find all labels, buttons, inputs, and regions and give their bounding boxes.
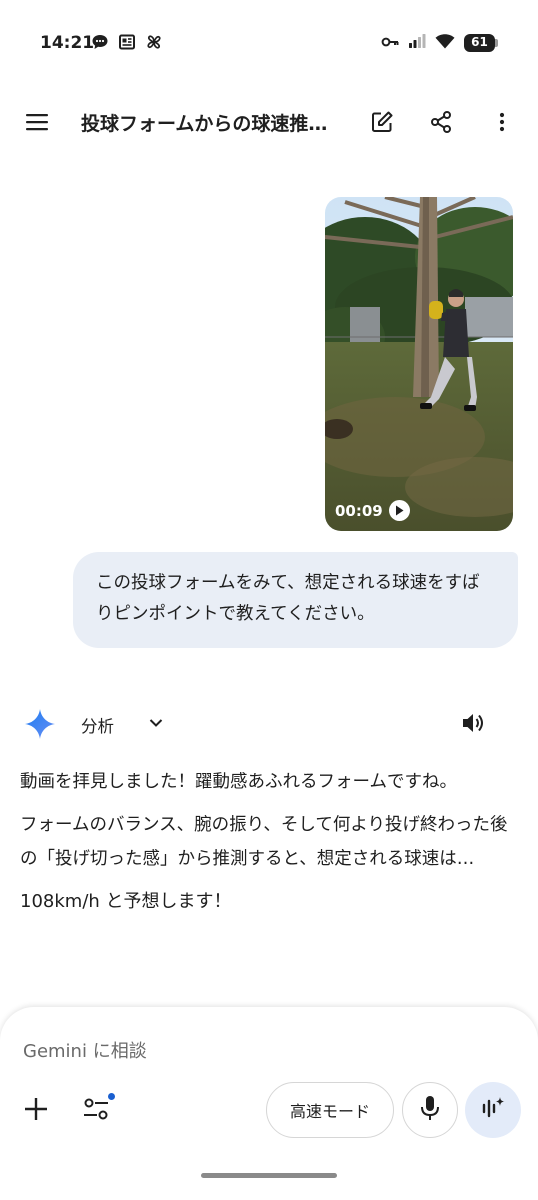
video-duration-overlay: 00:09 [335,500,410,521]
play-icon[interactable] [388,500,410,521]
chat-bubble-icon [91,33,109,55]
gemini-spark-icon [24,708,56,744]
chevron-down-icon[interactable] [145,712,167,738]
battery-level: 61 [471,35,488,49]
live-waveform-icon [480,1095,506,1125]
speaker-icon[interactable] [460,710,486,740]
signal-icon [408,33,426,53]
microphone-button[interactable] [402,1082,458,1138]
home-indicator[interactable] [201,1173,337,1178]
news-icon [118,33,136,55]
status-time: 14:21 [40,33,95,53]
response-paragraph: フォームのバランス、腕の振り、そして何より投げ終わった後の「投げ切った感」から推… [20,815,508,869]
add-icon[interactable] [22,1095,50,1127]
wifi-icon [435,33,455,53]
more-vert-icon[interactable] [480,100,524,144]
key-icon [381,34,399,53]
edit-icon[interactable] [360,100,404,144]
mode-selector-label: 高速モード [289,1102,370,1121]
response-paragraph: 動画を拝見しました！躍動感あふれるフォームですね。 [20,772,457,792]
status-bar: 14:21 61 [0,0,538,88]
battery-icon: 61 [464,34,498,52]
video-duration: 00:09 [335,501,383,520]
pinwheel-icon [145,33,163,55]
screen: 14:21 61 投球フォームからの球速推… 00:09 この投球フォームをみて… [0,0,538,1200]
response-body: 動画を拝見しました！躍動感あふれるフォームですね。 フォームのバランス、腕の振り… [20,765,520,928]
prompt-input[interactable]: Gemini に相談 [23,1037,147,1063]
response-header: 分析 [0,700,538,748]
response-answer: 108km/h と予想します！ [20,891,232,912]
microphone-icon [419,1095,441,1125]
video-thumbnail [325,197,513,531]
tools-icon[interactable] [82,1093,115,1127]
live-mode-button[interactable] [465,1082,521,1138]
user-message-bubble: この投球フォームをみて、想定される球速をすばりピンポイントで教えてください。 [73,552,518,648]
status-system-icons: 61 [381,33,498,53]
user-message-text: この投球フォームをみて、想定される球速をすばりピンポイントで教えてください。 [96,573,480,624]
tools-notification-dot [108,1093,115,1100]
status-notification-icons [91,33,163,55]
conversation-title: 投球フォームからの球速推… [81,113,328,135]
composer: Gemini に相談 高速モード [0,1007,538,1200]
app-bar: 投球フォームからの球速推… [0,95,538,149]
model-label[interactable]: 分析 [81,713,114,737]
share-icon[interactable] [419,100,463,144]
mode-selector-button[interactable]: 高速モード [266,1082,394,1138]
menu-icon[interactable] [15,100,59,144]
video-attachment[interactable]: 00:09 [325,197,513,531]
